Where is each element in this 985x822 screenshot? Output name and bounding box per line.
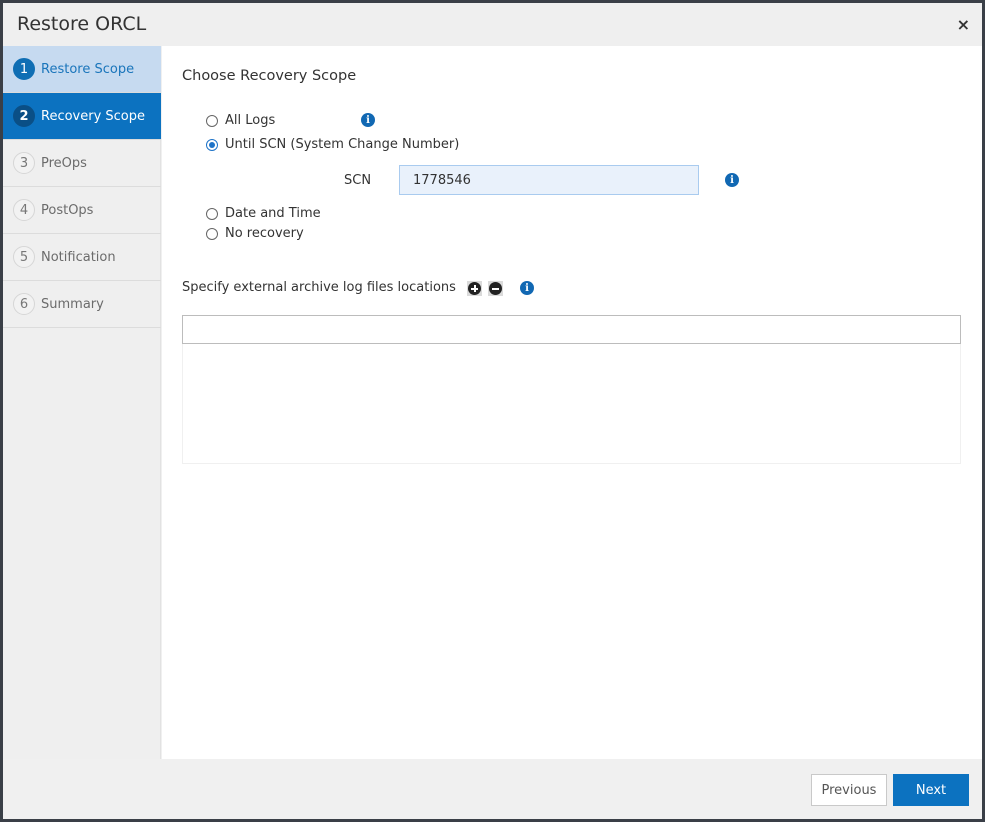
wizard-steps: 1 Restore Scope 2 Recovery Scope 3 PreOp…: [3, 46, 161, 759]
option-all-logs[interactable]: All Logs: [206, 113, 275, 128]
option-label: No recovery: [225, 226, 304, 241]
info-icon[interactable]: i: [361, 113, 375, 127]
step-restore-scope[interactable]: 1 Restore Scope: [3, 46, 161, 93]
radio-date-and-time[interactable]: [206, 207, 218, 220]
step-label: Summary: [41, 296, 104, 312]
step-preops[interactable]: 3 PreOps: [3, 140, 161, 187]
archive-location-input[interactable]: [182, 315, 961, 344]
step-postops[interactable]: 4 PostOps: [3, 187, 161, 234]
option-date-and-time[interactable]: Date and Time: [206, 206, 321, 221]
close-icon[interactable]: ×: [957, 15, 970, 34]
dialog-title: Restore ORCL: [17, 13, 147, 35]
step-label: PostOps: [41, 202, 94, 218]
archive-locations-list: [182, 344, 961, 464]
add-location-button[interactable]: [467, 281, 482, 296]
dialog-footer: Previous Next: [3, 759, 982, 819]
archive-locations-label: Specify external archive log files locat…: [182, 280, 456, 295]
plus-circle-icon: [468, 282, 481, 295]
step-number: 2: [13, 105, 35, 127]
option-label: Date and Time: [225, 206, 321, 221]
option-until-scn[interactable]: Until SCN (System Change Number): [206, 137, 459, 152]
dialog-titlebar: Restore ORCL ×: [3, 3, 982, 46]
option-no-recovery[interactable]: No recovery: [206, 226, 304, 241]
radio-all-logs[interactable]: [206, 114, 218, 127]
step-number: 1: [13, 58, 35, 80]
step-number: 5: [13, 246, 35, 268]
remove-location-button[interactable]: [488, 281, 503, 296]
step-number: 3: [13, 152, 35, 174]
recovery-scope-panel: Choose Recovery Scope All Logs i Until S…: [162, 46, 982, 759]
scn-label: SCN: [344, 173, 372, 188]
option-label: Until SCN (System Change Number): [225, 137, 460, 152]
info-icon[interactable]: i: [725, 173, 739, 187]
step-label: Notification: [41, 249, 116, 265]
radio-until-scn[interactable]: [206, 138, 218, 151]
step-label: PreOps: [41, 155, 87, 171]
restore-dialog: Restore ORCL × 1 Restore Scope 2 Recover…: [3, 3, 982, 819]
option-label: All Logs: [225, 113, 276, 128]
step-notification[interactable]: 5 Notification: [3, 234, 161, 281]
step-recovery-scope[interactable]: 2 Recovery Scope: [3, 93, 161, 140]
scn-input[interactable]: [399, 165, 699, 195]
step-number: 6: [13, 293, 35, 315]
step-label: Recovery Scope: [41, 108, 146, 124]
minus-circle-icon: [489, 282, 502, 295]
step-number: 4: [13, 199, 35, 221]
radio-no-recovery[interactable]: [206, 227, 218, 240]
section-heading: Choose Recovery Scope: [182, 68, 357, 84]
next-button[interactable]: Next: [893, 774, 969, 806]
step-label: Restore Scope: [41, 61, 135, 77]
step-summary[interactable]: 6 Summary: [3, 281, 161, 328]
previous-button[interactable]: Previous: [811, 774, 887, 806]
info-icon[interactable]: i: [520, 281, 534, 295]
